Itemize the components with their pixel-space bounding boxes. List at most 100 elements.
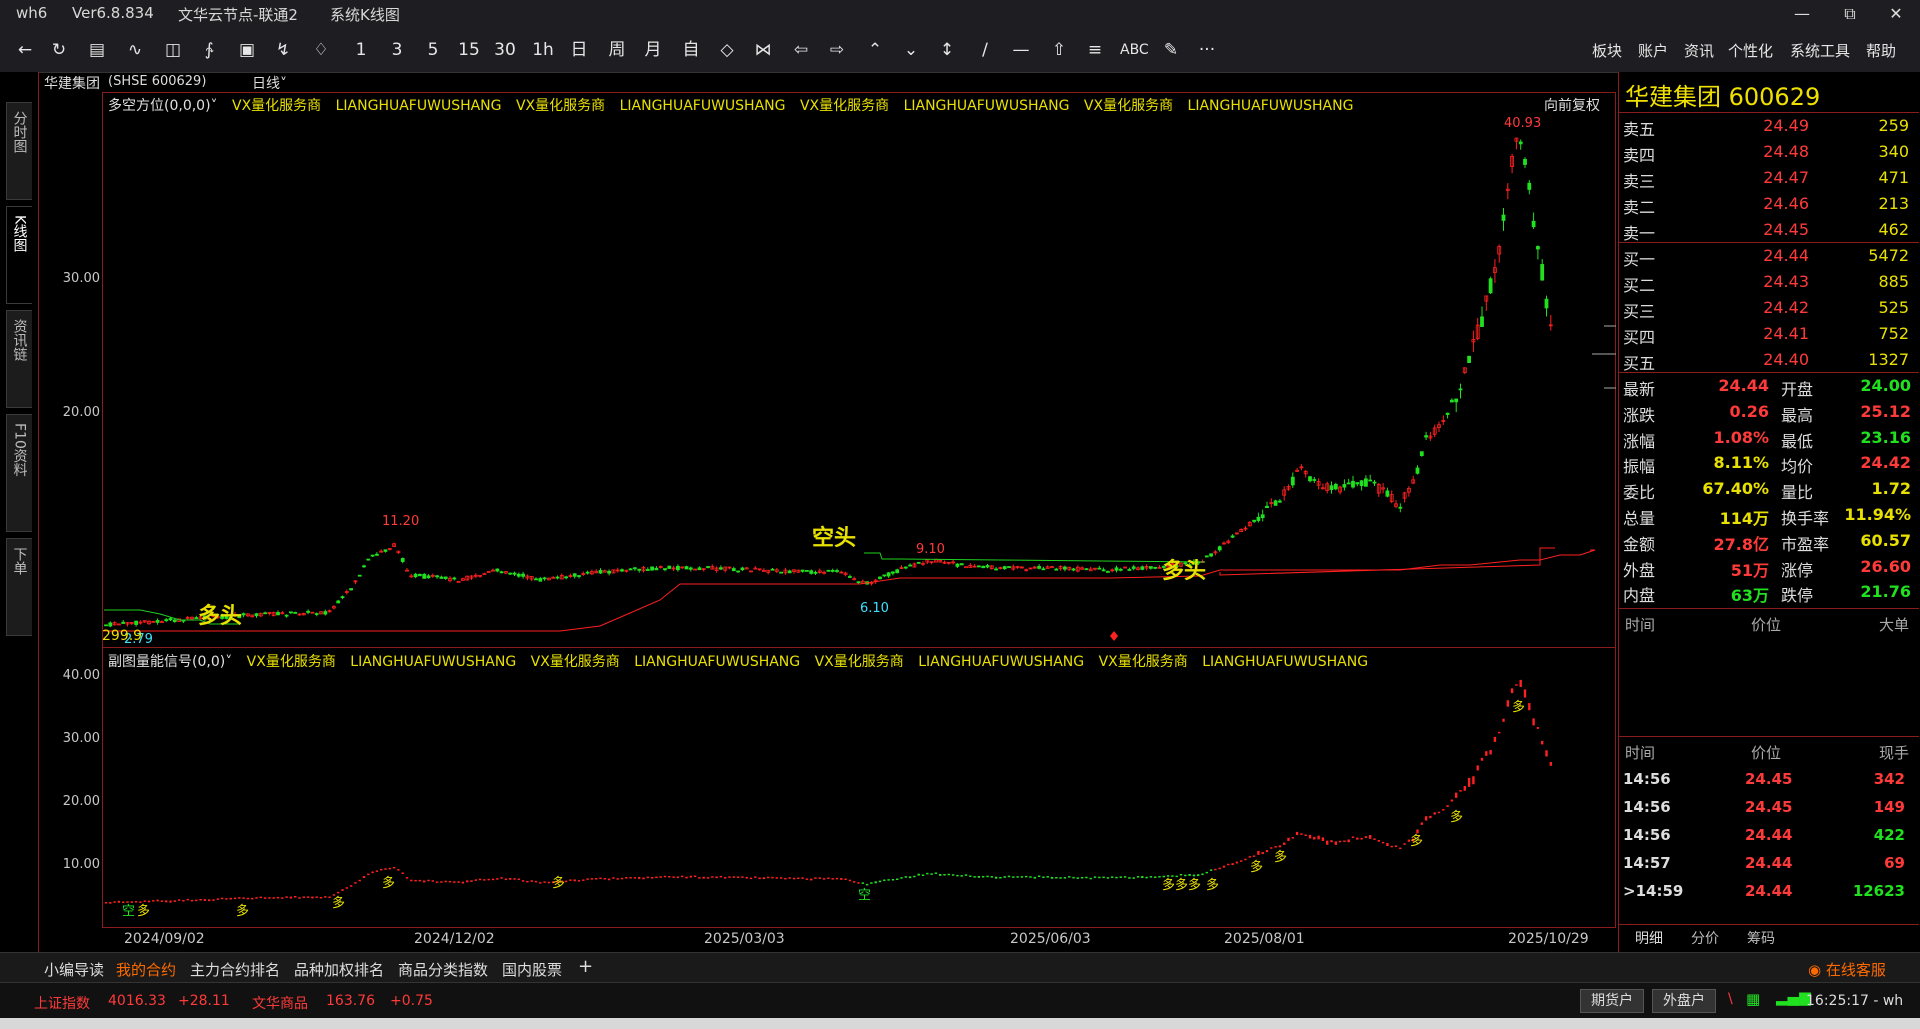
tab-main-contract-rank[interactable]: 主力合约排名 (190, 959, 280, 980)
candle-body (1424, 435, 1428, 438)
bid-row[interactable]: 买三 24.42 525 (1619, 298, 1919, 324)
sub-bar (457, 881, 460, 883)
candle-body (276, 612, 280, 616)
stat-label: 最高 (1781, 405, 1814, 425)
stat-row: 总量 114万 换手率 11.94% (1619, 505, 1919, 531)
sub-bar (625, 877, 628, 879)
sub-bar (732, 876, 735, 878)
sub-bar (478, 878, 482, 881)
sub-bar (530, 880, 533, 882)
bid-price: 24.43 (1763, 272, 1809, 291)
sub-bar (212, 899, 215, 901)
sub-bar (496, 878, 499, 880)
sub-bar (1394, 845, 1398, 848)
sub-bar (220, 897, 224, 900)
sub-bar (177, 899, 181, 901)
candle-body (435, 575, 440, 578)
tick-volume: 342 (1873, 770, 1905, 788)
sub-bar (509, 878, 512, 880)
bid-row[interactable]: 买一 24.44 5472 (1619, 246, 1919, 272)
ask-row[interactable]: 卖五 24.49 259 (1619, 116, 1919, 142)
candle-body (895, 569, 900, 574)
bid-volume: 752 (1878, 324, 1909, 343)
sub-bar (1476, 765, 1479, 771)
bid-price: 24.40 (1763, 350, 1809, 369)
bid-volume: 5472 (1868, 246, 1909, 265)
candle-body (1501, 214, 1506, 221)
sub-bar (1235, 861, 1239, 864)
tab-domestic-stocks[interactable]: 国内股票 (502, 959, 562, 980)
candle-body (1140, 566, 1145, 570)
sub-bar (1343, 840, 1346, 843)
tab-weighted-rank[interactable]: 品种加权排名 (294, 959, 384, 980)
candle-body (1523, 158, 1527, 165)
ask-row[interactable]: 卖二 24.46 213 (1619, 194, 1919, 220)
sub-bar (620, 877, 624, 880)
candle-body (1527, 182, 1532, 190)
candle-body (1071, 568, 1076, 571)
add-tab-button[interactable]: + (578, 956, 593, 977)
candle-body (400, 558, 405, 562)
sub-bar (801, 877, 804, 879)
tab-commodity-index[interactable]: 商品分类指数 (398, 959, 488, 980)
stat-label: 委比 (1623, 483, 1656, 503)
sub-bar (324, 896, 327, 898)
sub-bar (973, 876, 976, 878)
candle-body (856, 581, 861, 584)
candle-body (731, 568, 736, 572)
sub-bar (711, 876, 714, 878)
sub-bar (582, 879, 585, 881)
bid-label: 买五 (1623, 354, 1656, 373)
futures-account-button[interactable]: 期货户 (1580, 989, 1644, 1013)
tick-row: 14:56 24.45 342 (1619, 770, 1919, 796)
stat-value: 1.08% (1713, 427, 1769, 447)
sub-bar (818, 877, 821, 879)
ask-row[interactable]: 卖四 24.48 340 (1619, 142, 1919, 168)
sub-bar (1231, 863, 1234, 866)
sub-bar (1287, 837, 1290, 841)
sub-bar (1420, 822, 1423, 825)
tab-chips[interactable]: 筹码 (1747, 928, 1775, 948)
candle-body (1230, 535, 1235, 538)
online-service-button[interactable]: ◉ 在线客服 (1808, 959, 1886, 980)
sub-bar (306, 896, 310, 898)
candle-body (637, 568, 642, 571)
bid-row[interactable]: 买四 24.41 752 (1619, 324, 1919, 350)
index2-name[interactable]: 文华商品 (252, 993, 308, 1013)
sub-bar (943, 874, 946, 876)
sub-signal-long: 多 (1162, 878, 1176, 893)
tab-my-contracts[interactable]: 我的合约 (116, 959, 176, 980)
sub-bar (797, 877, 800, 880)
sub-bar (1536, 727, 1540, 729)
ask-label: 卖三 (1623, 172, 1656, 191)
sub-bar (1003, 876, 1006, 878)
candle-body (284, 614, 289, 617)
tab-detail[interactable]: 明细 (1635, 928, 1663, 948)
sub-bar (539, 882, 542, 884)
sub-bar (878, 880, 882, 883)
candle-body (413, 573, 418, 578)
sub-bar (960, 875, 963, 877)
candle-body (1217, 546, 1222, 551)
candle-body (628, 568, 633, 571)
sub-bar (1111, 876, 1114, 878)
tick-time: 14:56 (1623, 770, 1671, 788)
index1-name[interactable]: 上证指数 (34, 993, 90, 1013)
keyboard-icon[interactable]: ▦ (1746, 990, 1760, 1008)
sub-bar (1218, 867, 1221, 870)
tick-row: 14:56 24.45 149 (1619, 798, 1919, 824)
tab-price-dist[interactable]: 分价 (1691, 928, 1719, 948)
foreign-account-button[interactable]: 外盘户 (1652, 989, 1716, 1013)
candle-body (985, 565, 990, 568)
bid-row[interactable]: 买二 24.43 885 (1619, 272, 1919, 298)
stat-value: 23.16 (1860, 427, 1911, 447)
sub-bar (1089, 877, 1092, 880)
bottom-tab-bar: 小编导读 我的合约 主力合约排名 品种加权排名 商品分类指数 国内股票 + ◉ … (0, 952, 1920, 983)
sub-bar (1283, 842, 1286, 845)
tab-editor-guide[interactable]: 小编导读 (44, 959, 104, 980)
sub-bar (238, 897, 241, 899)
candle-body (349, 588, 354, 591)
sub-bar (354, 882, 357, 884)
candle-body (1359, 480, 1364, 487)
ask-row[interactable]: 卖三 24.47 471 (1619, 168, 1919, 194)
